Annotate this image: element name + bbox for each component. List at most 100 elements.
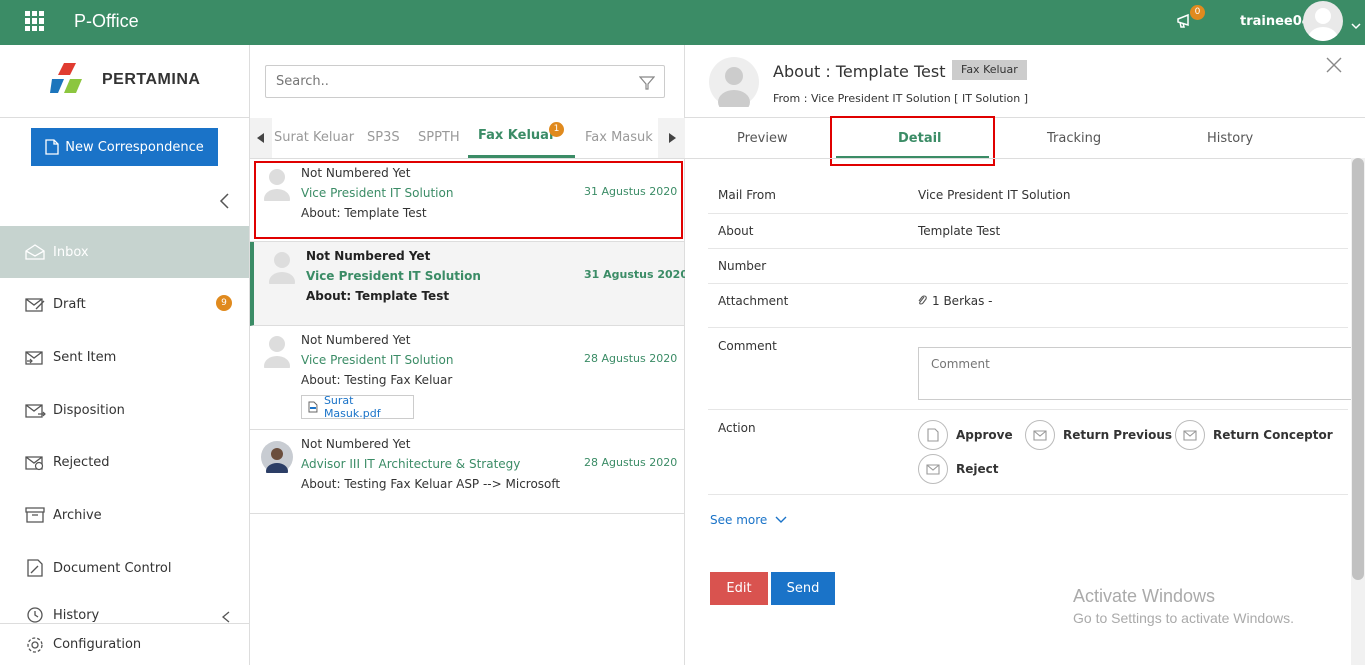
return-conceptor-button[interactable]: Return Conceptor: [1175, 420, 1333, 450]
return-previous-button[interactable]: Return Previous: [1025, 420, 1172, 450]
reject-button[interactable]: Reject: [918, 454, 998, 484]
avatar-placeholder-icon: [269, 252, 295, 284]
sidebar-item-label: Rejected: [53, 454, 110, 470]
fax-keluar-badge: 1: [549, 122, 564, 137]
mail-sender: Vice President IT Solution: [301, 186, 454, 200]
sent-icon: [25, 351, 43, 365]
sidebar-item-label: Archive: [53, 507, 102, 523]
sidebar-item-configuration[interactable]: Configuration: [0, 623, 249, 665]
see-more-label: See more: [710, 513, 768, 527]
field-value: Template Test: [918, 224, 1001, 238]
history-icon: [27, 607, 43, 623]
mail-date: 28 Agustus 2020: [584, 352, 678, 365]
scrollbar[interactable]: [1351, 158, 1365, 665]
mail-number: Not Numbered Yet: [306, 249, 431, 263]
avatar-placeholder-icon: [264, 169, 290, 201]
approve-button[interactable]: Approve: [918, 420, 1013, 450]
rejected-icon: [25, 456, 44, 471]
document-control-icon: [27, 559, 43, 577]
mail-sender: Vice President IT Solution: [306, 269, 481, 283]
tab-surat-keluar[interactable]: Surat Keluar: [274, 130, 354, 158]
mail-number: Not Numbered Yet: [301, 333, 411, 347]
list-item[interactable]: Not Numbered Yet Advisor III IT Architec…: [250, 430, 684, 514]
close-icon[interactable]: [1326, 57, 1342, 73]
list-item[interactable]: Not Numbered Yet Vice President IT Solut…: [250, 242, 688, 326]
scrollbar-thumb[interactable]: [1352, 158, 1364, 580]
filter-icon[interactable]: [639, 75, 655, 91]
gear-icon: [27, 636, 43, 653]
field-label: About: [718, 224, 754, 238]
field-label: Comment: [718, 339, 777, 353]
new-correspondence-label: New Correspondence: [65, 139, 204, 155]
tab-sp3s[interactable]: SP3S: [367, 130, 400, 158]
see-more-link[interactable]: See more: [710, 513, 787, 527]
top-bar: P-Office 0 trainee04: [0, 0, 1365, 45]
mail-date: 31 Agustus 2020: [584, 185, 678, 198]
chevron-down-icon[interactable]: [1351, 16, 1361, 30]
avatar-placeholder-icon: [264, 336, 290, 368]
detail-from-line: From : Vice President IT Solution [ IT S…: [773, 92, 1029, 105]
mail-sender: Advisor III IT Architecture & Strategy: [301, 457, 521, 471]
tab-preview[interactable]: Preview: [737, 131, 788, 146]
sidebar-item-label: Draft: [53, 296, 86, 312]
configuration-label: Configuration: [53, 637, 142, 652]
sidebar-item-label: Document Control: [53, 560, 172, 576]
sidebar-item-sent-item[interactable]: Sent Item: [0, 331, 249, 383]
return-previous-label: Return Previous: [1063, 428, 1173, 442]
attachment-link[interactable]: 1 Berkas -: [932, 294, 993, 308]
field-mail-from: Mail From Vice President IT Solution: [708, 178, 1348, 214]
tab-history[interactable]: History: [1207, 131, 1253, 146]
sidebar-item-inbox[interactable]: Inbox: [0, 226, 249, 278]
sidebar-item-document-control[interactable]: Document Control: [0, 542, 249, 594]
new-correspondence-button[interactable]: New Correspondence: [31, 128, 218, 166]
search-box[interactable]: [265, 65, 665, 98]
sidebar-item-label: Disposition: [53, 402, 125, 418]
edit-button[interactable]: Edit: [710, 572, 768, 605]
sidebar-item-archive[interactable]: Archive: [0, 489, 249, 541]
mail-return-icon: [1183, 430, 1197, 441]
field-label: Attachment: [718, 294, 789, 308]
sidebar-item-label: Inbox: [53, 244, 89, 260]
attachment-chip[interactable]: Surat Masuk.pdf: [301, 394, 414, 420]
mail-date: 31 Agustus 2020: [584, 268, 688, 281]
type-badge: Fax Keluar: [952, 60, 1027, 80]
sidebar-item-rejected[interactable]: Rejected: [0, 436, 249, 488]
watermark-line1: Activate Windows: [1073, 586, 1216, 606]
sidebar-item-history[interactable]: History: [0, 593, 249, 623]
inbox-icon: [25, 244, 45, 260]
comment-textarea[interactable]: [918, 347, 1358, 400]
tab-fax-keluar-label: Fax Keluar: [478, 128, 556, 143]
new-document-icon: [45, 139, 59, 155]
search-input[interactable]: [276, 74, 616, 89]
tab-fax-masuk[interactable]: Fax Masuk: [585, 130, 653, 158]
caret-left-icon: [257, 133, 264, 143]
approve-label: Approve: [956, 428, 1013, 442]
logo-text: PERTAMINA: [102, 71, 201, 88]
tabs-right-arrow[interactable]: [658, 118, 685, 158]
mail-about: About: Template Test: [301, 206, 427, 220]
mail-about: About: Testing Fax Keluar ASP --> Micros…: [301, 477, 561, 491]
pdf-file-icon: [308, 401, 318, 413]
list-item[interactable]: Not Numbered Yet Vice President IT Solut…: [250, 326, 684, 430]
app-grid-icon[interactable]: [25, 11, 45, 31]
tab-sppth[interactable]: SPPTH: [418, 130, 460, 158]
activate-windows-watermark: Activate Windows Go to Settings to activ…: [1073, 586, 1294, 626]
tab-tracking[interactable]: Tracking: [1047, 131, 1101, 146]
field-label: Mail From: [718, 188, 776, 202]
tabs-left-arrow[interactable]: [250, 118, 272, 158]
collapse-chevron-icon[interactable]: [219, 193, 231, 209]
username[interactable]: trainee04: [1240, 14, 1311, 29]
field-label: Action: [718, 421, 756, 435]
paperclip-icon: [918, 295, 927, 305]
mail-date: 28 Agustus 2020: [584, 456, 678, 469]
sidebar-item-draft[interactable]: Draft 9: [0, 278, 249, 330]
avatar[interactable]: [1303, 1, 1343, 41]
field-value: Vice President IT Solution: [918, 188, 1071, 202]
tab-fax-keluar[interactable]: Fax Keluar 1: [468, 118, 575, 158]
sender-avatar: [709, 57, 759, 107]
send-button[interactable]: Send: [771, 572, 835, 605]
chevron-down-icon: [775, 516, 787, 523]
sidebar-item-disposition[interactable]: Disposition: [0, 384, 249, 436]
field-about: About Template Test: [708, 214, 1348, 249]
list-item[interactable]: Not Numbered Yet Vice President IT Solut…: [250, 159, 684, 242]
